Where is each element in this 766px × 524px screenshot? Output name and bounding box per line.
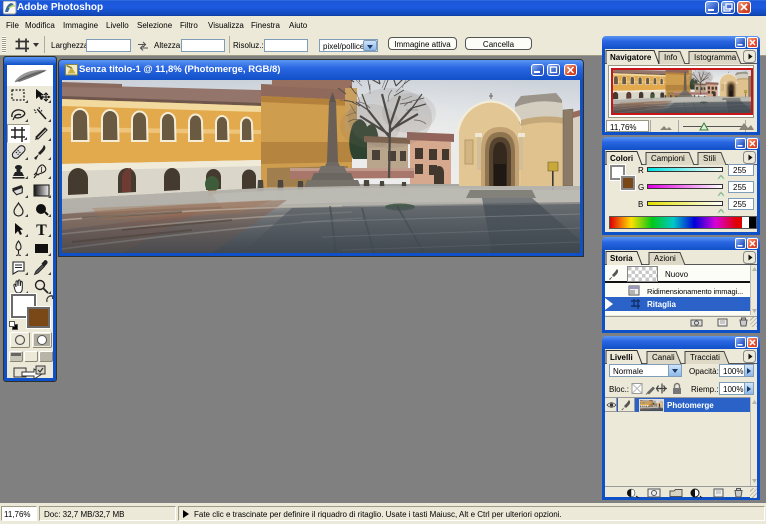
svg-text:Canali: Canali: [652, 353, 675, 362]
svg-text:Campioni: Campioni: [651, 154, 685, 163]
svg-text:Navigatore: Navigatore: [610, 53, 652, 62]
svg-text:Colori: Colori: [610, 154, 633, 163]
svg-text:Storia: Storia: [610, 254, 633, 263]
svg-text:Tracciati: Tracciati: [690, 353, 720, 362]
svg-text:Info: Info: [664, 53, 678, 62]
svg-text:Livelli: Livelli: [610, 353, 633, 362]
svg-text:T: T: [36, 222, 47, 239]
svg-text:Stili: Stili: [703, 154, 716, 163]
svg-text:Istogramma: Istogramma: [694, 53, 737, 62]
svg-text:Azioni: Azioni: [654, 254, 676, 263]
